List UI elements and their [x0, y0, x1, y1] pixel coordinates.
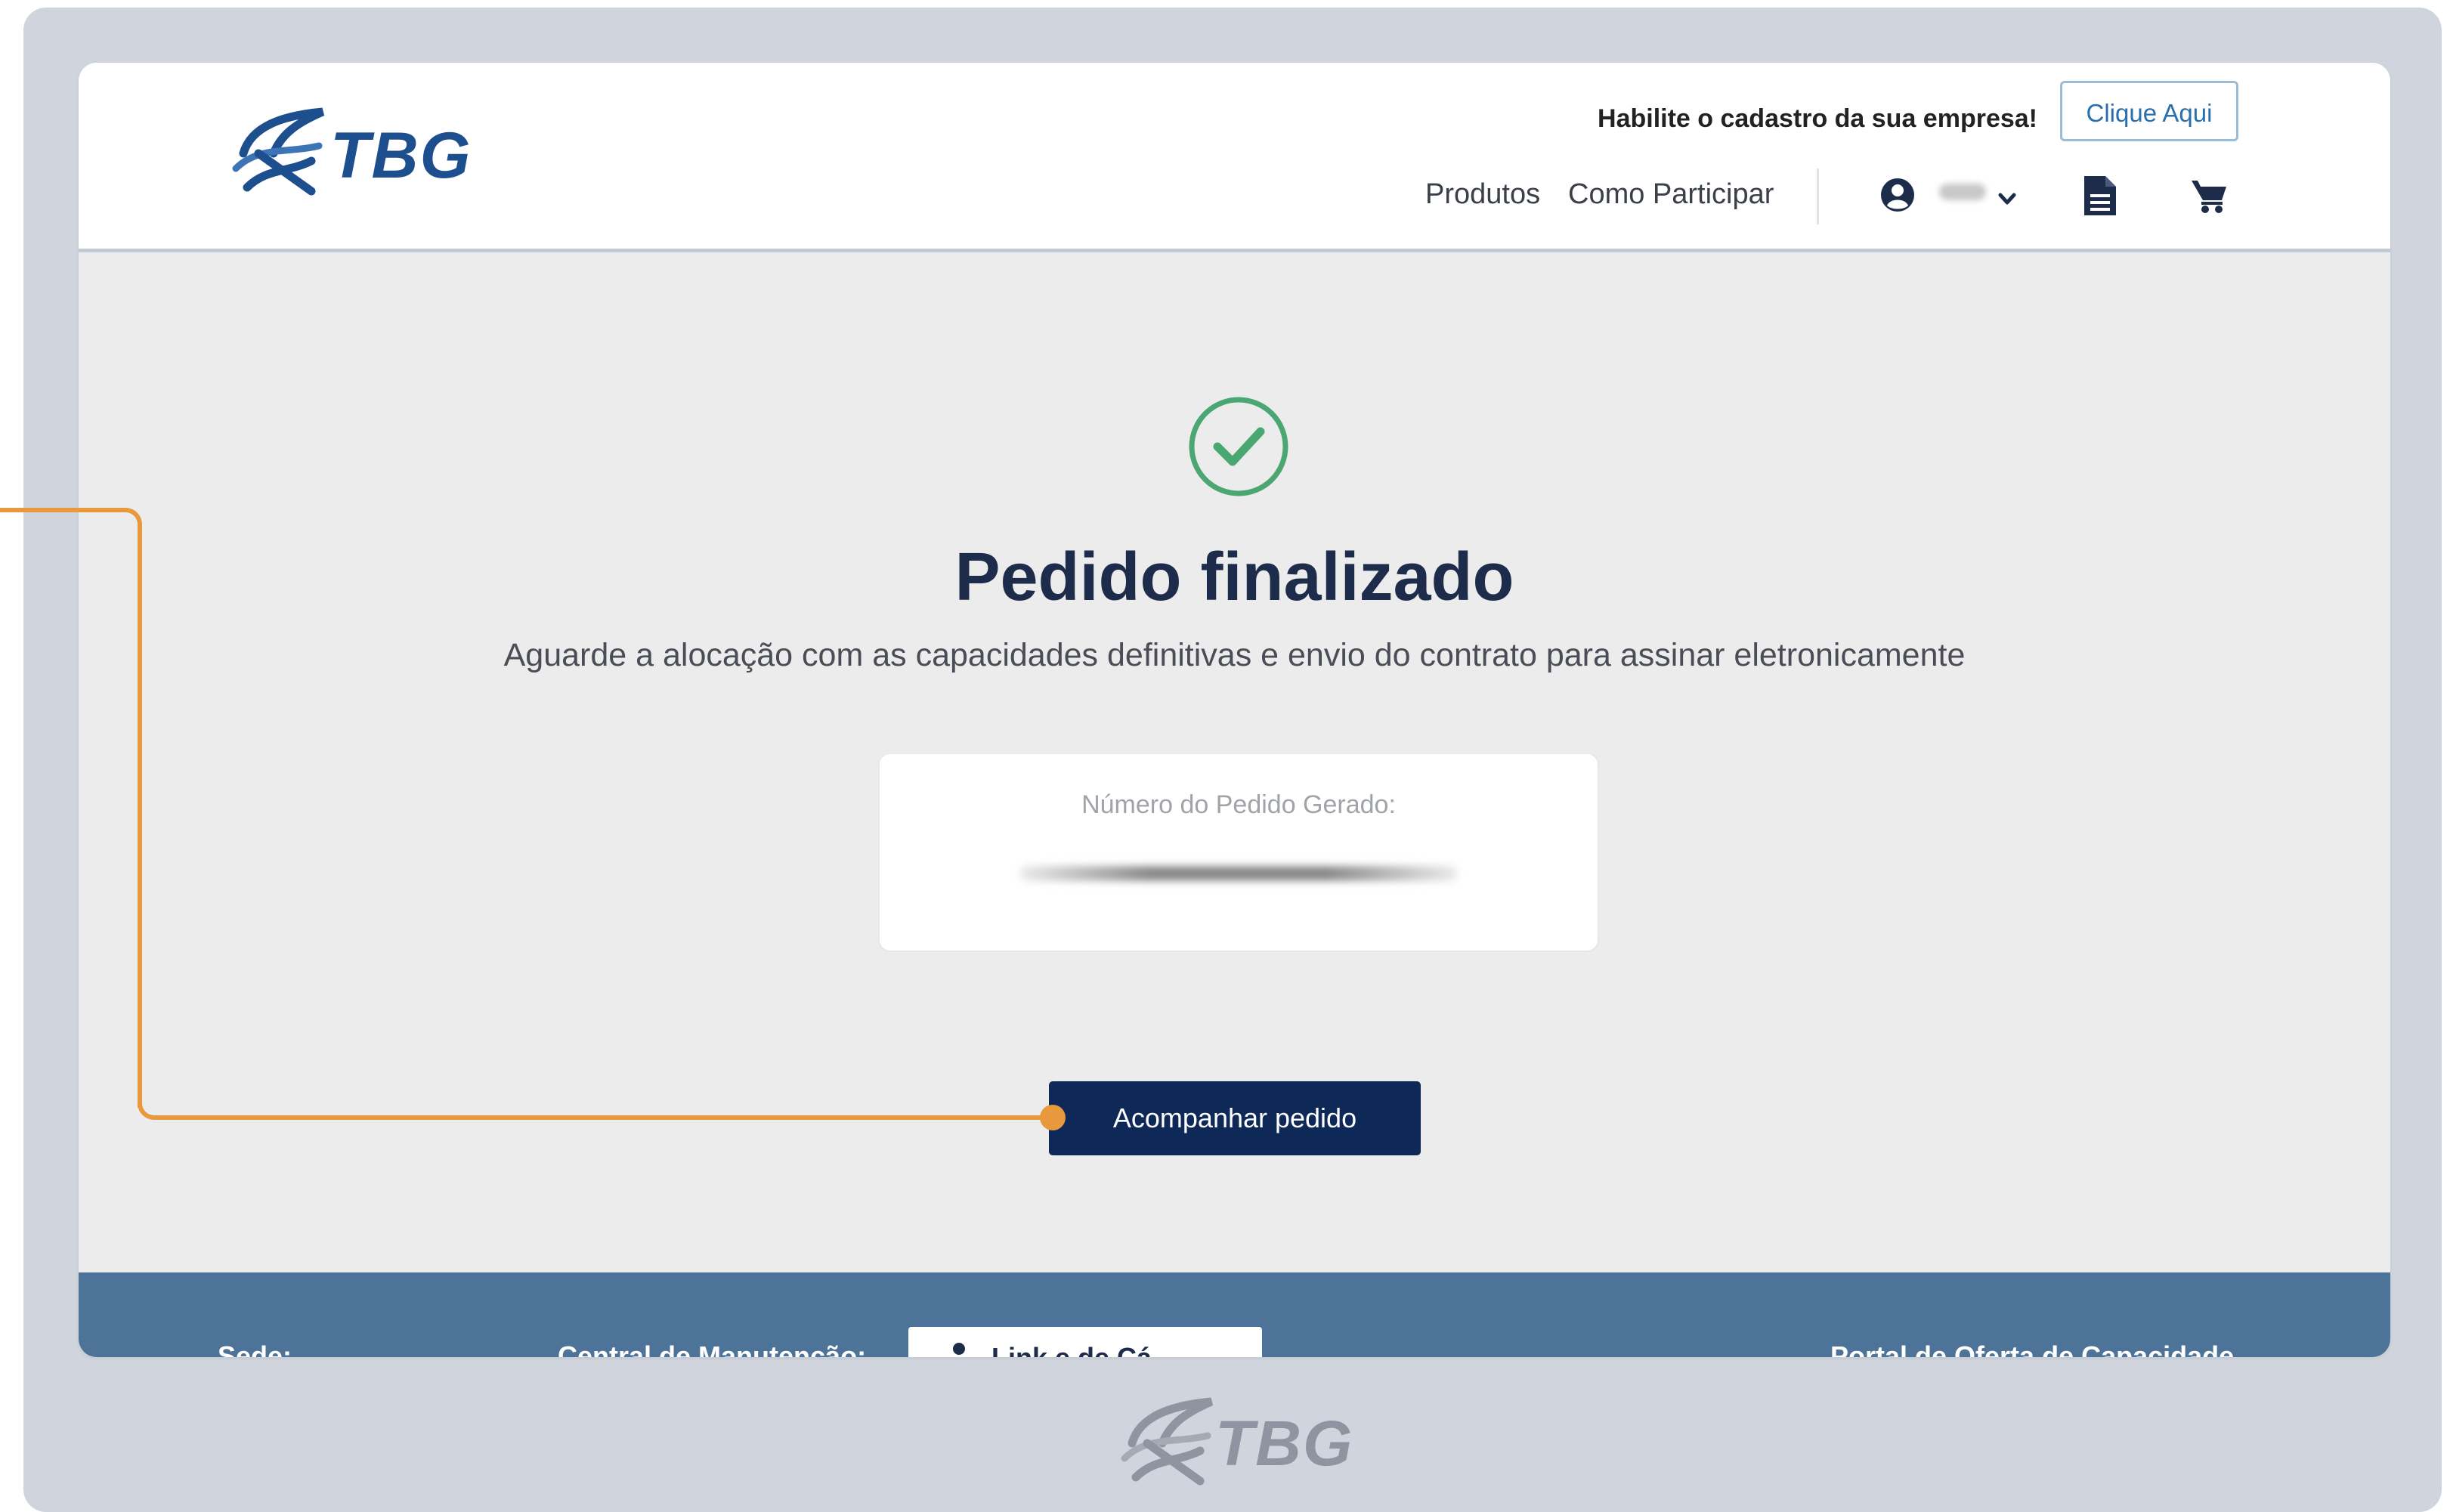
callout-line-horizontal — [159, 1115, 1050, 1120]
footer-sede: Sede: — [218, 1340, 292, 1357]
chevron-down-icon[interactable] — [1997, 188, 2018, 209]
watermark-text: TBG — [1215, 1408, 1354, 1479]
user-icon[interactable] — [1879, 176, 1916, 214]
footer-central: Central de Manutenção: — [558, 1340, 867, 1357]
callout-line-vertical — [138, 526, 142, 1108]
acompanhar-pedido-button[interactable]: Acompanhar pedido — [1049, 1081, 1421, 1155]
order-number-blurred — [1019, 866, 1458, 881]
site-header: TBG Habilite o cadastro da sua empresa! … — [79, 63, 2390, 252]
order-number-card: Número do Pedido Gerado: — [880, 754, 1598, 951]
footer-link-box[interactable]: Link e de Cá — [908, 1327, 1262, 1357]
tbg-logo[interactable]: TBG — [228, 100, 472, 199]
callout-dot — [1040, 1105, 1066, 1130]
browser-screen: TBG Habilite o cadastro da sua empresa! … — [79, 63, 2390, 1357]
person-icon — [953, 1343, 965, 1355]
nav-produtos[interactable]: Produtos — [1425, 175, 1540, 214]
order-number-label: Número do Pedido Gerado: — [1081, 790, 1396, 819]
document-icon[interactable] — [2083, 175, 2117, 217]
callout-line-top — [0, 508, 128, 512]
tbg-swoosh-icon — [232, 107, 325, 196]
footer-portal: Portal de Oferta de Capacidade — [1830, 1340, 2235, 1357]
clique-aqui-button[interactable]: Clique Aqui — [2060, 81, 2238, 141]
footer-link-text: Link e de Cá — [991, 1342, 1152, 1357]
page-subtitle: Aguarde a alocação com as capacidades de… — [503, 637, 1966, 673]
nav-divider — [1817, 169, 1819, 224]
check-circle-icon — [1189, 397, 1288, 496]
cart-icon[interactable] — [2190, 178, 2229, 214]
watermark-logo: TBG — [1117, 1390, 1354, 1489]
page-title: Pedido finalizado — [954, 540, 1514, 615]
site-footer: Sede: Central de Manutenção: Link e de C… — [79, 1272, 2390, 1357]
cta-text: Habilite o cadastro da sua empresa! — [1598, 104, 2037, 133]
logo-text: TBG — [330, 119, 472, 192]
nav-como-participar[interactable]: Como Participar — [1568, 175, 1774, 214]
user-name-blurred — [1939, 184, 1986, 200]
tbg-swoosh-watermark-icon — [1121, 1397, 1214, 1486]
